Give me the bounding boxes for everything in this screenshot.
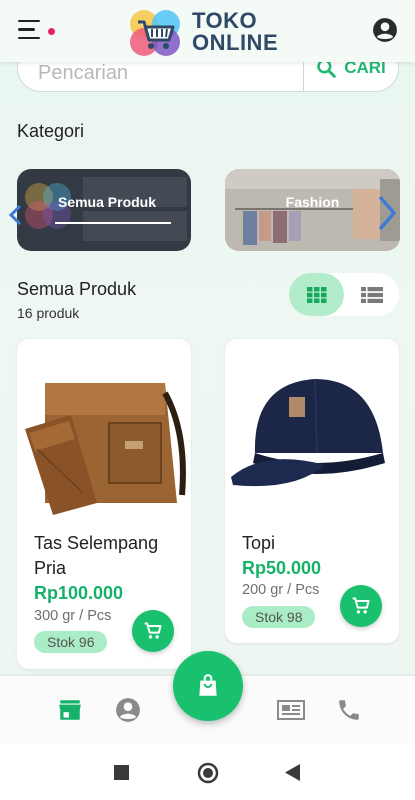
add-to-cart-button[interactable] [340,585,382,627]
recent-apps-icon[interactable] [114,765,129,780]
product-stock-badge: Stok 98 [242,606,316,628]
product-name: Topi [242,533,276,553]
list-view-button[interactable] [344,273,399,316]
products-count: 16 produk [17,305,80,321]
category-selected-underline [55,222,171,224]
product-card[interactable]: Topi Rp50.000 200 gr / Pcs Stok 98 [225,339,399,643]
product-weight: 300 gr / Pcs [34,608,112,624]
categories-title: Kategori [17,121,85,141]
category-card-semua-produk[interactable]: Semua Produk [17,169,191,251]
category-label: Semua Produk [57,194,157,210]
notification-dot [48,28,55,35]
newspaper-icon[interactable] [277,697,305,723]
chevron-left-icon[interactable] [8,204,22,226]
view-toggle [289,273,399,316]
cart-icon [144,622,162,639]
product-card[interactable]: Tas Selempang Pria Rp100.000 300 gr / Pc… [17,339,191,669]
logo-text: TOKO ONLINE [192,10,278,54]
grid-view-button[interactable] [289,273,344,316]
home-icon[interactable] [197,762,219,784]
cart-icon [352,597,370,614]
product-name: Tas Selempang Pria [34,533,159,578]
system-navigation-bar [0,744,415,800]
grid-icon [306,286,326,303]
store-icon[interactable] [57,697,83,723]
shopping-bag-button[interactable] [173,651,243,721]
product-weight: 200 gr / Pcs [242,582,320,598]
product-stock-badge: Stok 96 [34,631,108,653]
account-icon[interactable] [372,17,398,43]
products-title: Semua Produk [17,279,137,299]
app-header: TOKO ONLINE [0,0,415,62]
phone-icon[interactable] [336,697,362,723]
app-logo: TOKO ONLINE [128,6,288,58]
back-icon[interactable] [285,764,300,781]
category-logo-watermark [25,177,187,241]
logo-text-line1: TOKO [192,8,258,33]
logo-text-line2: ONLINE [192,30,279,55]
product-price: Rp50.000 [242,558,322,578]
chevron-right-icon[interactable] [372,191,402,235]
cart-logo-icon [130,10,180,56]
shopping-bag-icon [199,674,217,696]
add-to-cart-button[interactable] [132,610,174,652]
product-image-bag [25,383,186,515]
list-icon [360,286,383,303]
product-price: Rp100.000 [34,583,124,603]
product-image-cap [231,378,385,487]
account-icon[interactable] [115,697,141,723]
